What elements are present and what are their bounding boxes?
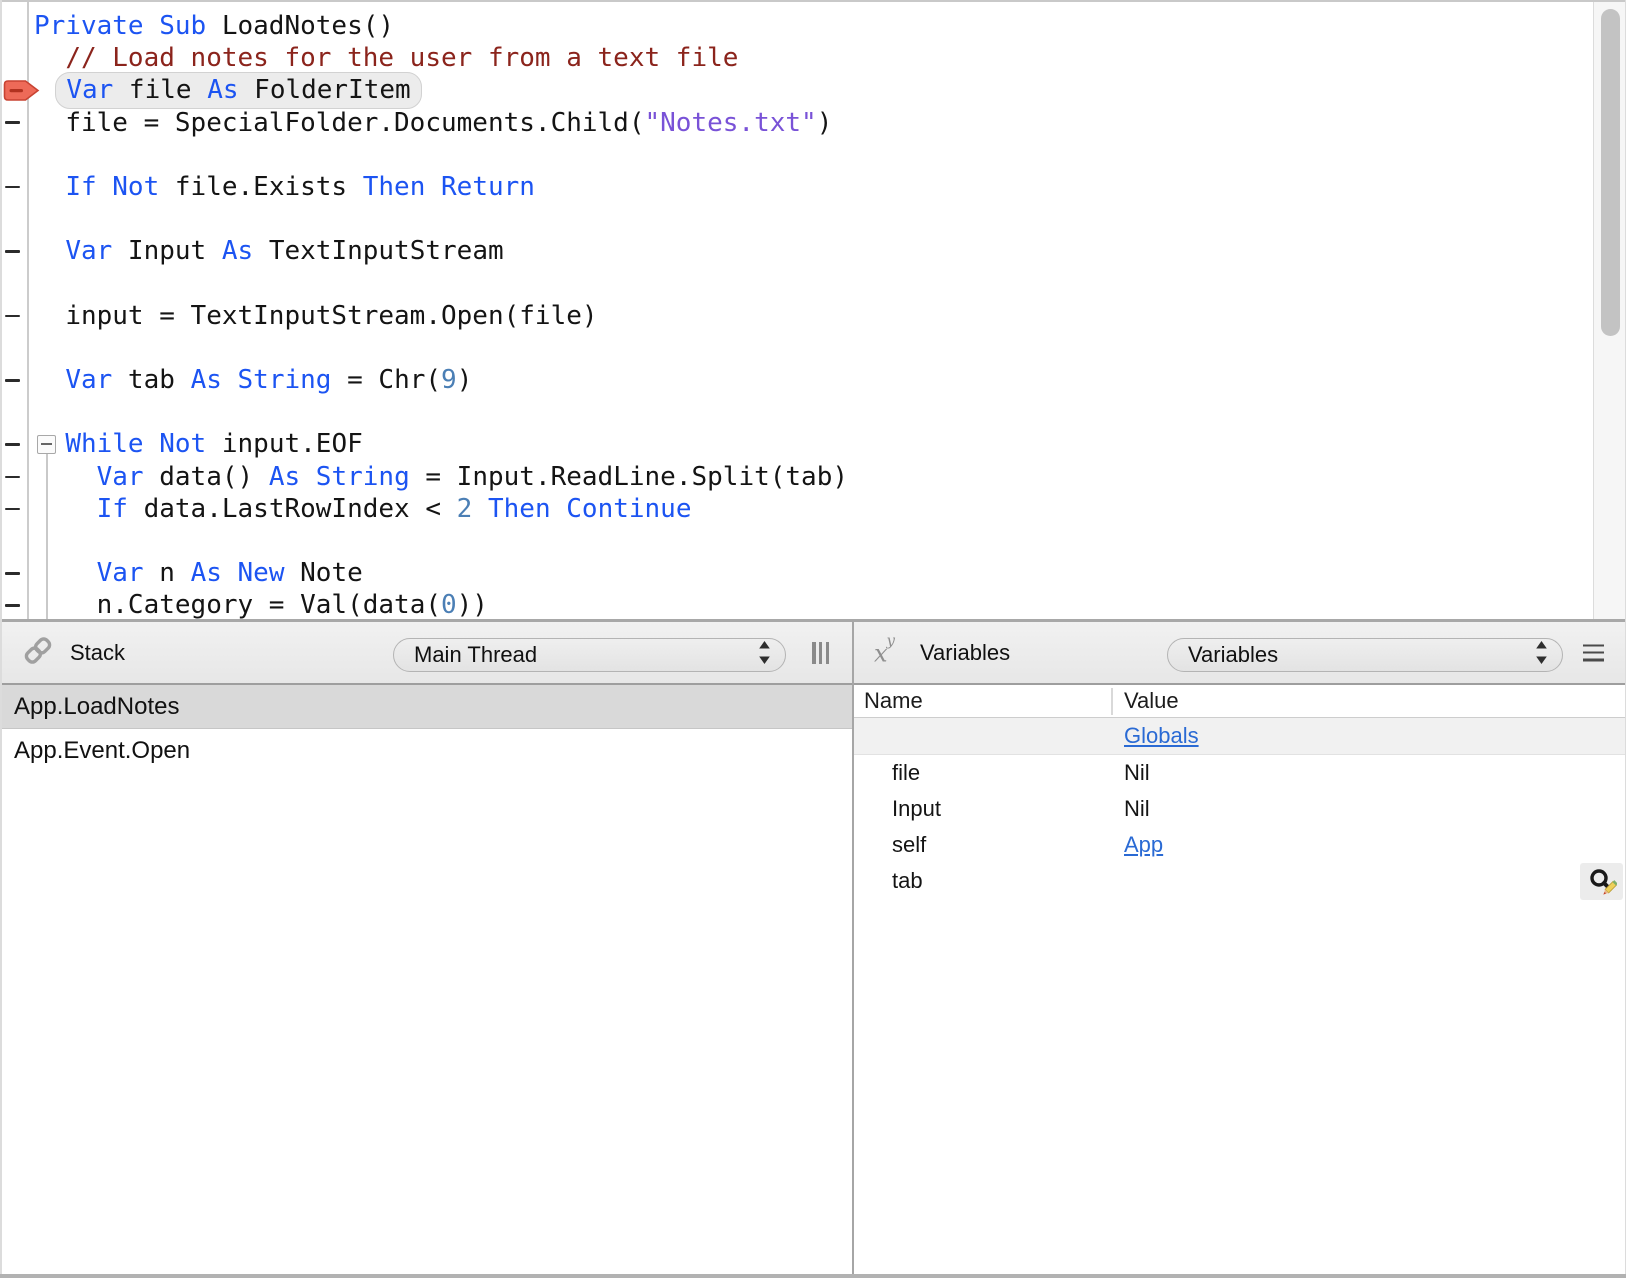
stack-panel: Stack Main Thread App.LoadNotesApp.Event… — [0, 622, 852, 1274]
breakpoint-gutter-dash[interactable] — [5, 604, 20, 607]
breakpoint-gutter-dash[interactable] — [5, 572, 20, 575]
variables-panel-title: Variables — [920, 640, 1010, 666]
variable-row[interactable]: self App — [854, 827, 1626, 863]
variable-row[interactable]: Input Nil — [854, 791, 1626, 827]
code-line: // Load notes for the user from a text f… — [0, 42, 1560, 74]
variable-value: Nil — [1124, 796, 1150, 822]
breakpoint-gutter-dash[interactable] — [5, 315, 20, 318]
code-line: Var Input As TextInputStream — [0, 235, 1560, 267]
pane-splitter-horizontal[interactable] — [0, 619, 1626, 622]
stack-panel-title: Stack — [70, 640, 125, 666]
variable-value-link[interactable]: App — [1124, 832, 1163, 858]
thread-selector-dropdown[interactable]: Main Thread — [393, 638, 786, 672]
chain-link-icon — [19, 631, 57, 674]
stack-frames-list: App.LoadNotesApp.Event.Open — [0, 685, 852, 773]
breakpoint-gutter-dash[interactable] — [5, 508, 20, 511]
column-header-value[interactable]: Value — [1124, 688, 1179, 714]
variables-menu-button[interactable] — [1583, 644, 1604, 661]
code-lines: Private Sub LoadNotes() // Load notes fo… — [0, 10, 1560, 619]
stepper-arrows-icon — [757, 640, 772, 671]
variable-row[interactable]: file Nil — [854, 755, 1626, 791]
breakpoint-gutter-dash[interactable] — [5, 250, 20, 253]
code-line: If Not file.Exists Then Return — [0, 171, 1560, 203]
variables-table-header: Name Value — [854, 685, 1626, 718]
code-line: Var tab As String = Chr(9) — [0, 364, 1560, 396]
current-line-highlight: Var file As FolderItem — [55, 72, 421, 109]
stack-panel-header: Stack Main Thread — [0, 622, 852, 685]
window-border-left — [0, 0, 2, 1278]
editor-scrollbar[interactable] — [1593, 0, 1626, 619]
code-line — [0, 203, 1560, 235]
variable-name: Input — [892, 796, 941, 822]
code-line: Var data() As String = Input.ReadLine.Sp… — [0, 461, 1560, 493]
code-line: n.Category = Val(data(0)) — [0, 589, 1560, 619]
window-border-top — [0, 0, 1626, 2]
stepper-arrows-icon — [1534, 640, 1549, 671]
code-line: input = TextInputStream.Open(file) — [0, 300, 1560, 332]
window-border-bottom — [0, 1274, 1626, 1278]
stack-frame-row[interactable]: App.LoadNotes — [0, 685, 852, 729]
variable-name: file — [892, 760, 920, 786]
variable-value: Nil — [1124, 760, 1150, 786]
code-line: Private Sub LoadNotes() — [0, 10, 1560, 42]
variables-panel: xy Variables Variables Name Value Global… — [854, 622, 1626, 1274]
variable-scope-dropdown[interactable]: Variables — [1167, 638, 1563, 672]
code-line — [0, 332, 1560, 364]
x-superscript-y-icon: xy — [874, 640, 896, 665]
code-line: file = SpecialFolder.Documents.Child("No… — [0, 107, 1560, 139]
fold-extent-line — [46, 454, 48, 619]
variable-name: self — [892, 832, 926, 858]
column-header-name[interactable]: Name — [864, 688, 923, 714]
code-line — [0, 139, 1560, 171]
variables-panel-header: xy Variables Variables — [854, 622, 1626, 685]
scrollbar-thumb[interactable] — [1601, 9, 1620, 336]
variables-rows: Globals file Nil Input Nil self App tab — [854, 718, 1626, 899]
edit-string-value-button[interactable] — [1580, 863, 1623, 900]
breakpoint-gutter-dash[interactable] — [5, 443, 20, 446]
code-line — [0, 525, 1560, 557]
stack-frame-row[interactable]: App.Event.Open — [0, 729, 852, 773]
stack-columns-button[interactable] — [812, 642, 829, 664]
variables-table: Name Value Globals file Nil Input Nil self App… — [854, 685, 1626, 899]
breakpoint-gutter-dash[interactable] — [5, 476, 20, 479]
execution-pointer-icon — [2, 79, 40, 107]
breakpoint-gutter-dash[interactable] — [5, 379, 20, 382]
column-divider[interactable] — [1111, 688, 1113, 715]
code-line: While Not input.EOF — [0, 428, 1560, 460]
variable-name: tab — [892, 868, 923, 894]
code-fold-toggle[interactable] — [37, 435, 56, 454]
code-line — [0, 396, 1560, 428]
code-line — [0, 268, 1560, 300]
variable-row[interactable]: Globals — [854, 718, 1626, 755]
code-line: Var n As New Note — [0, 557, 1560, 589]
variable-scope-value: Variables — [1188, 642, 1278, 668]
thread-selector-value: Main Thread — [414, 642, 537, 668]
code-editor-pane: Private Sub LoadNotes() // Load notes fo… — [0, 0, 1626, 619]
breakpoint-gutter-dash[interactable] — [5, 186, 20, 189]
code-line: If data.LastRowIndex < 2 Then Continue — [0, 493, 1560, 525]
magnifier-pencil-icon — [1587, 867, 1617, 897]
code-line: Var file As FolderItem — [0, 74, 1560, 106]
variable-value-link[interactable]: Globals — [1124, 723, 1199, 749]
variable-row[interactable]: tab — [854, 863, 1626, 899]
breakpoint-gutter-dash[interactable] — [5, 121, 20, 124]
